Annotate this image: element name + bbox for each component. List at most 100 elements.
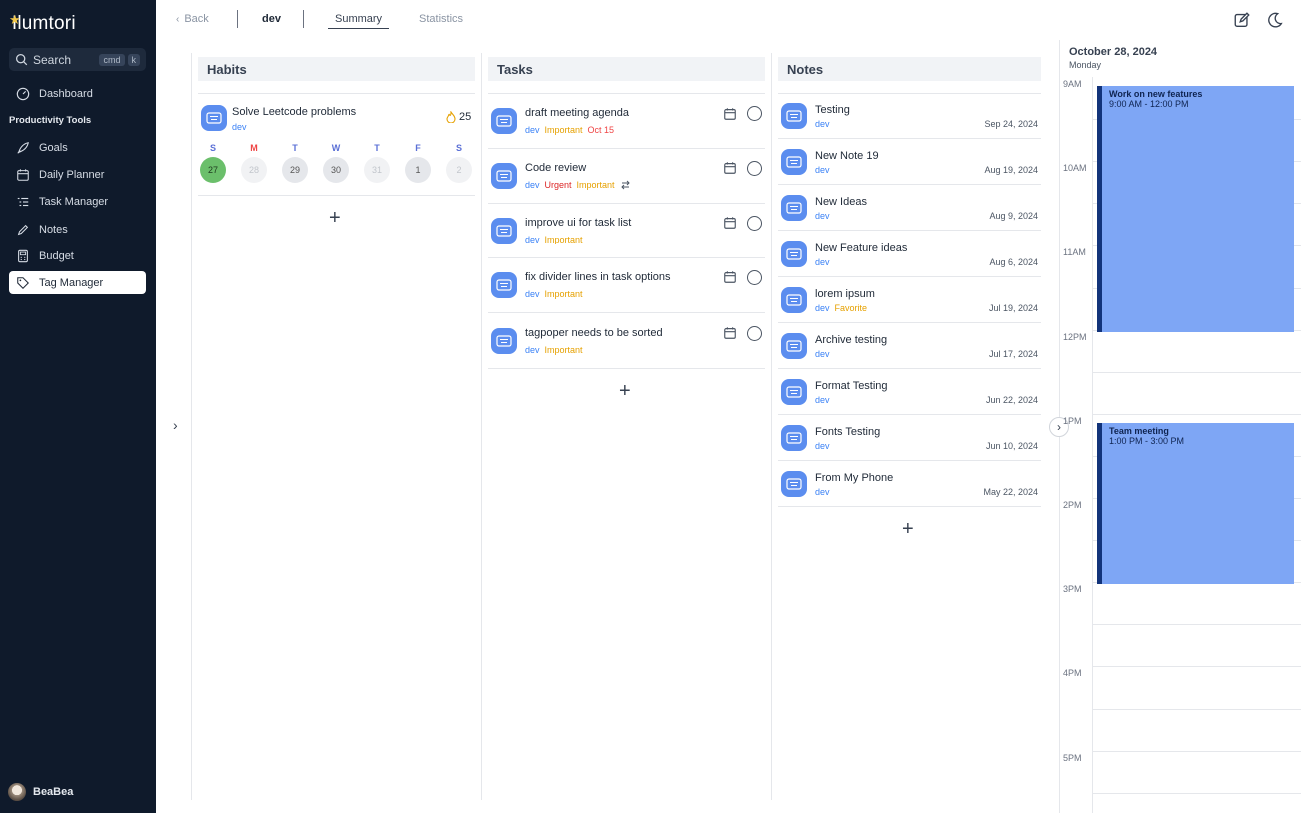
edit-icon[interactable] — [1233, 11, 1251, 29]
sidebar-item-tag-manager[interactable]: Tag Manager — [9, 271, 146, 294]
divider — [198, 93, 475, 94]
user-profile[interactable]: BeaBea — [8, 783, 73, 801]
tag-important: Important — [544, 235, 583, 244]
sidebar-item-task-manager[interactable]: Task Manager — [9, 190, 146, 213]
tab-summary[interactable]: Summary — [328, 13, 390, 29]
complete-checkbox[interactable] — [747, 216, 762, 231]
half-hour-line — [1092, 624, 1301, 626]
calendar-event[interactable]: Team meeting 1:00 PM - 3:00 PM — [1097, 423, 1294, 584]
divider — [488, 368, 765, 369]
user-name: BeaBea — [33, 786, 74, 798]
complete-checkbox[interactable] — [747, 326, 762, 341]
app-logo[interactable]: ★Ilumtori — [9, 12, 76, 35]
tag-dev: dev — [815, 395, 830, 405]
tag-favorite: Favorite — [834, 303, 868, 313]
keyboard-icon — [781, 333, 807, 359]
divider — [778, 460, 1041, 461]
sidebar-item-daily-planner[interactable]: Daily Planner — [9, 163, 146, 186]
keyboard-icon — [781, 379, 807, 405]
note-tags: dev — [815, 395, 830, 405]
habit-day-toggle[interactable]: 29 — [282, 157, 308, 183]
sidebar-item-label: Dashboard — [39, 87, 93, 100]
divider — [778, 322, 1041, 323]
section-label: Productivity Tools — [9, 115, 92, 126]
keyboard-icon — [781, 195, 807, 221]
habit-day-toggle[interactable]: 28 — [241, 157, 267, 183]
hour-label: 11AM — [1063, 247, 1086, 258]
calendar-icon[interactable] — [723, 216, 737, 230]
sidebar-item-label: Budget — [39, 249, 74, 262]
shortcut-key-k: k — [127, 53, 140, 66]
divider — [198, 195, 475, 196]
note-tags: dev — [815, 119, 830, 129]
note-date: Aug 9, 2024 — [989, 211, 1038, 221]
chevron-right-icon[interactable]: › — [173, 417, 178, 433]
divider — [237, 10, 238, 28]
note-date: Sep 24, 2024 — [984, 119, 1038, 129]
repeat-icon — [620, 180, 630, 190]
calendar-weekday: Monday — [1069, 60, 1102, 70]
half-hour-line — [1092, 792, 1301, 794]
divider — [778, 230, 1041, 231]
habit-day-toggle[interactable]: 31 — [364, 157, 390, 183]
flame-icon — [446, 111, 456, 123]
weekday-label: T — [292, 143, 298, 153]
note-tags: dev — [815, 441, 830, 451]
event-time: 9:00 AM - 12:00 PM — [1109, 99, 1189, 109]
tab-statistics[interactable]: Statistics — [419, 13, 463, 25]
tag-icon — [15, 275, 31, 291]
calendar-icon[interactable] — [723, 161, 737, 175]
due-date: Oct 15 — [587, 125, 615, 135]
calendar-icon[interactable] — [723, 326, 737, 340]
note-date: Aug 19, 2024 — [984, 165, 1038, 175]
divider — [778, 414, 1041, 415]
task-title: tagpoper needs to be sorted — [525, 327, 663, 339]
add-task-button[interactable]: + — [619, 380, 631, 403]
complete-checkbox[interactable] — [747, 106, 762, 121]
sidebar-item-dashboard[interactable]: Dashboard — [9, 82, 146, 105]
tag-dev: dev — [815, 441, 830, 451]
star-icon: ★ — [9, 12, 21, 27]
calendar-icon[interactable] — [723, 270, 737, 284]
calendar-event[interactable]: Work on new features 9:00 AM - 12:00 PM — [1097, 86, 1294, 332]
tag-dev: dev — [815, 487, 830, 497]
column-divider — [481, 53, 482, 800]
note-title: Testing — [815, 104, 850, 116]
sidebar-item-budget[interactable]: Budget — [9, 244, 146, 267]
task-tags: dev Important — [525, 289, 583, 299]
tag-important: Important — [544, 289, 583, 299]
complete-checkbox[interactable] — [747, 270, 762, 285]
keyboard-icon — [781, 287, 807, 313]
keyboard-icon — [491, 328, 517, 354]
back-button[interactable]: ‹ Back — [176, 13, 209, 25]
tag-dev: dev — [815, 303, 830, 313]
search-label: Search — [33, 52, 72, 67]
habit-day-toggle[interactable]: 1 — [405, 157, 431, 183]
tag-dev: dev — [815, 165, 830, 175]
habit-day-toggle[interactable]: 30 — [323, 157, 349, 183]
keyboard-icon — [781, 103, 807, 129]
search-box[interactable]: Search cmd k — [9, 48, 146, 71]
divider — [778, 93, 1041, 94]
note-title: New Note 19 — [815, 150, 879, 162]
chevron-left-icon: ‹ — [176, 14, 180, 25]
moon-icon[interactable] — [1266, 11, 1284, 29]
sidebar-item-notes[interactable]: Notes — [9, 218, 146, 241]
habits-header: Habits — [198, 57, 475, 81]
habit-day-toggle[interactable]: 27 — [200, 157, 226, 183]
complete-checkbox[interactable] — [747, 161, 762, 176]
habit-day-toggle[interactable]: 2 — [446, 157, 472, 183]
calendar-icon[interactable] — [723, 107, 737, 121]
sidebar-item-goals[interactable]: Goals — [9, 136, 146, 159]
avatar — [8, 783, 26, 801]
weekday-label: F — [415, 143, 421, 153]
add-note-button[interactable]: + — [902, 518, 914, 541]
divider — [488, 257, 765, 258]
add-habit-button[interactable]: + — [329, 207, 341, 230]
note-date: May 22, 2024 — [983, 487, 1038, 497]
note-title: New Ideas — [815, 196, 867, 208]
tag-dev: dev — [815, 349, 830, 359]
tag-dev: dev — [815, 119, 830, 129]
note-tags: dev — [815, 349, 830, 359]
hour-label: 2PM — [1063, 500, 1082, 510]
